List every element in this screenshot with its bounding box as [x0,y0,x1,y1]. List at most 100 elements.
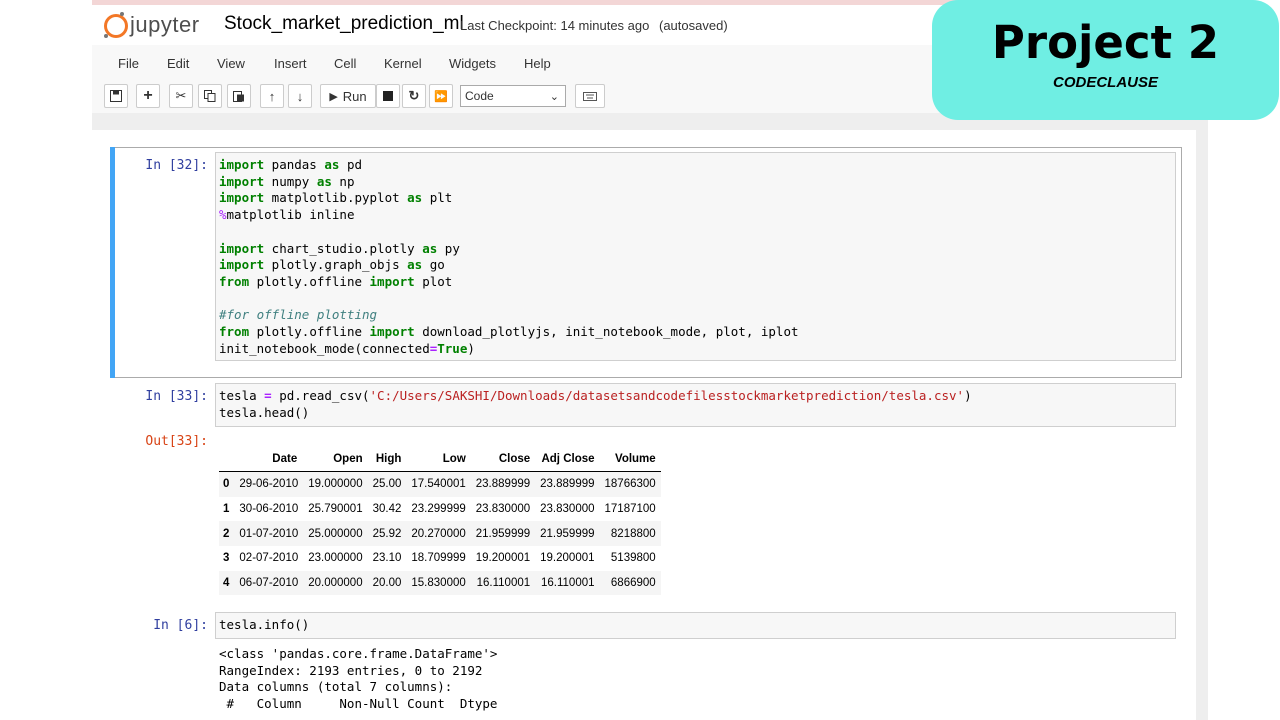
table-cell: 30.42 [372,503,402,516]
run-label: Run [342,88,367,104]
project-badge: Project 2 CODECLAUSE [932,0,1279,120]
table-cell: 18.709999 [411,552,466,565]
column-header: Low [406,447,471,472]
autosave-status: (autosaved) [659,18,728,33]
table-cell: 5139800 [610,552,656,565]
menu-widgets[interactable]: Widgets [449,56,496,71]
restart-run-all-button[interactable]: ⏩ [429,84,453,108]
copy-button[interactable] [198,84,222,108]
table-cell: 16.110001 [470,570,536,596]
code-line: import numpy as np [219,173,355,189]
table-row: 0 29-06-2010 19.000000 25.00 17.540001 2… [219,471,661,497]
table-header-row: Date Open High Low Close Adj Close Volum… [219,447,661,472]
keyboard-icon [583,91,597,101]
table-cell: 21.959999 [535,521,600,547]
checkpoint-status: Last Checkpoint: 14 minutes ago (autosav… [460,18,728,33]
cut-button[interactable]: ✂ [169,84,193,108]
table-row: 4 06-07-2010 20.000000 20.00 15.830000 1… [219,570,661,596]
fast-forward-icon: ⏩ [434,90,448,103]
input-prompt: In [32]: [145,158,208,173]
table-cell: 25.790001 [308,503,363,516]
table-cell: 29-06-2010 [234,471,304,497]
table-row: 1 30-06-2010 25.790001 30.42 23.299999 2… [219,497,661,522]
table-cell: 16.110001 [535,570,600,596]
column-header: Open [303,447,368,472]
save-button[interactable] [104,84,128,108]
table-cell: 20.000000 [303,570,368,596]
column-header: Volume [599,447,661,472]
output-line: RangeIndex: 2193 entries, 0 to 2192 [219,662,483,678]
insert-cell-button[interactable]: + [136,84,160,108]
command-palette-button[interactable] [575,84,605,108]
code-line: tesla = pd.read_csv('C:/Users/SAKSHI/Dow… [219,388,972,403]
menu-insert[interactable]: Insert [274,56,307,71]
code-line: import matplotlib.pyplot as plt [219,190,453,206]
table-cell: 23.000000 [308,552,363,565]
move-up-button[interactable]: ↑ [260,84,284,108]
code-line: from plotly.offline import plot [219,273,453,289]
table-cell: 19.200001 [475,552,531,565]
menu-help[interactable]: Help [524,56,551,71]
row-index: 2 [219,521,235,547]
menu-kernel[interactable]: Kernel [384,56,422,71]
selection-bar [110,147,115,378]
code-line: init_notebook_mode(connected=True) [219,340,475,356]
row-index: 3 [223,552,230,565]
restart-button[interactable]: ↻ [402,84,426,108]
jupyter-logo-text: jupyter [130,12,200,37]
row-index: 1 [223,503,230,516]
jupyter-logo-icon [104,12,128,38]
table-cell: 01-07-2010 [234,521,304,547]
table-cell: 06-07-2010 [234,570,304,596]
code-line: tesla.info() [219,617,310,632]
checkpoint-time: 14 minutes ago [560,18,650,33]
menu-edit[interactable]: Edit [167,56,189,71]
stop-icon [383,91,393,101]
interrupt-button[interactable] [376,84,400,108]
code-line: import plotly.graph_objs as go [219,257,445,273]
table-cell: 15.830000 [406,570,471,596]
code-line: import pandas as pd [219,157,363,172]
paste-icon [233,91,244,102]
restart-icon: ↻ [408,88,420,103]
menu-file[interactable]: File [118,56,139,71]
table-cell: 21.959999 [470,521,536,547]
table-cell: 20.00 [367,570,407,596]
column-header: High [367,447,407,472]
jupyter-logo[interactable]: jupyter [104,11,200,39]
code-line: %matplotlib inline [219,207,355,223]
column-header [219,447,235,472]
paste-button[interactable] [227,84,251,108]
stdout-output: <class 'pandas.core.frame.DataFrame'> Ra… [219,646,497,713]
table-cell: 17.540001 [406,471,471,497]
move-down-button[interactable]: ↓ [288,84,312,108]
table-cell: 20.270000 [406,521,471,547]
input-prompt: In [33]: [145,389,208,404]
table-cell: 19.200001 [540,552,595,565]
plus-icon: + [143,87,153,104]
code-text: import pandas as pd import numpy as np i… [219,157,799,357]
run-button[interactable]: ▶ Run [320,84,376,108]
code-comment: #for offline plotting [219,307,378,323]
output-prompt: Out[33]: [145,434,208,449]
cell-type-value: Code [465,89,494,103]
table-cell: 02-07-2010 [239,552,299,565]
table-cell: 25.92 [367,521,407,547]
table-cell: 23.10 [372,552,402,565]
menu-view[interactable]: View [217,56,245,71]
column-header: Close [470,447,536,472]
copy-icon [204,90,216,102]
notebook-title[interactable]: Stock_market_prediction_ml [224,13,464,35]
code-line: tesla.head() [219,404,310,420]
save-icon [110,90,122,102]
arrow-down-icon: ↓ [296,88,304,104]
table-cell: 8218800 [599,521,661,547]
code-input[interactable] [215,612,1176,639]
table-cell: 6866900 [599,570,661,596]
output-line: <class 'pandas.core.frame.DataFrame'> [219,646,498,661]
cell-type-select[interactable]: Code ⌄ [460,85,566,107]
input-prompt: In [6]: [153,618,208,633]
run-icon: ▶ [329,90,338,103]
table-cell: 25.00 [367,471,407,497]
menu-cell[interactable]: Cell [334,56,356,71]
